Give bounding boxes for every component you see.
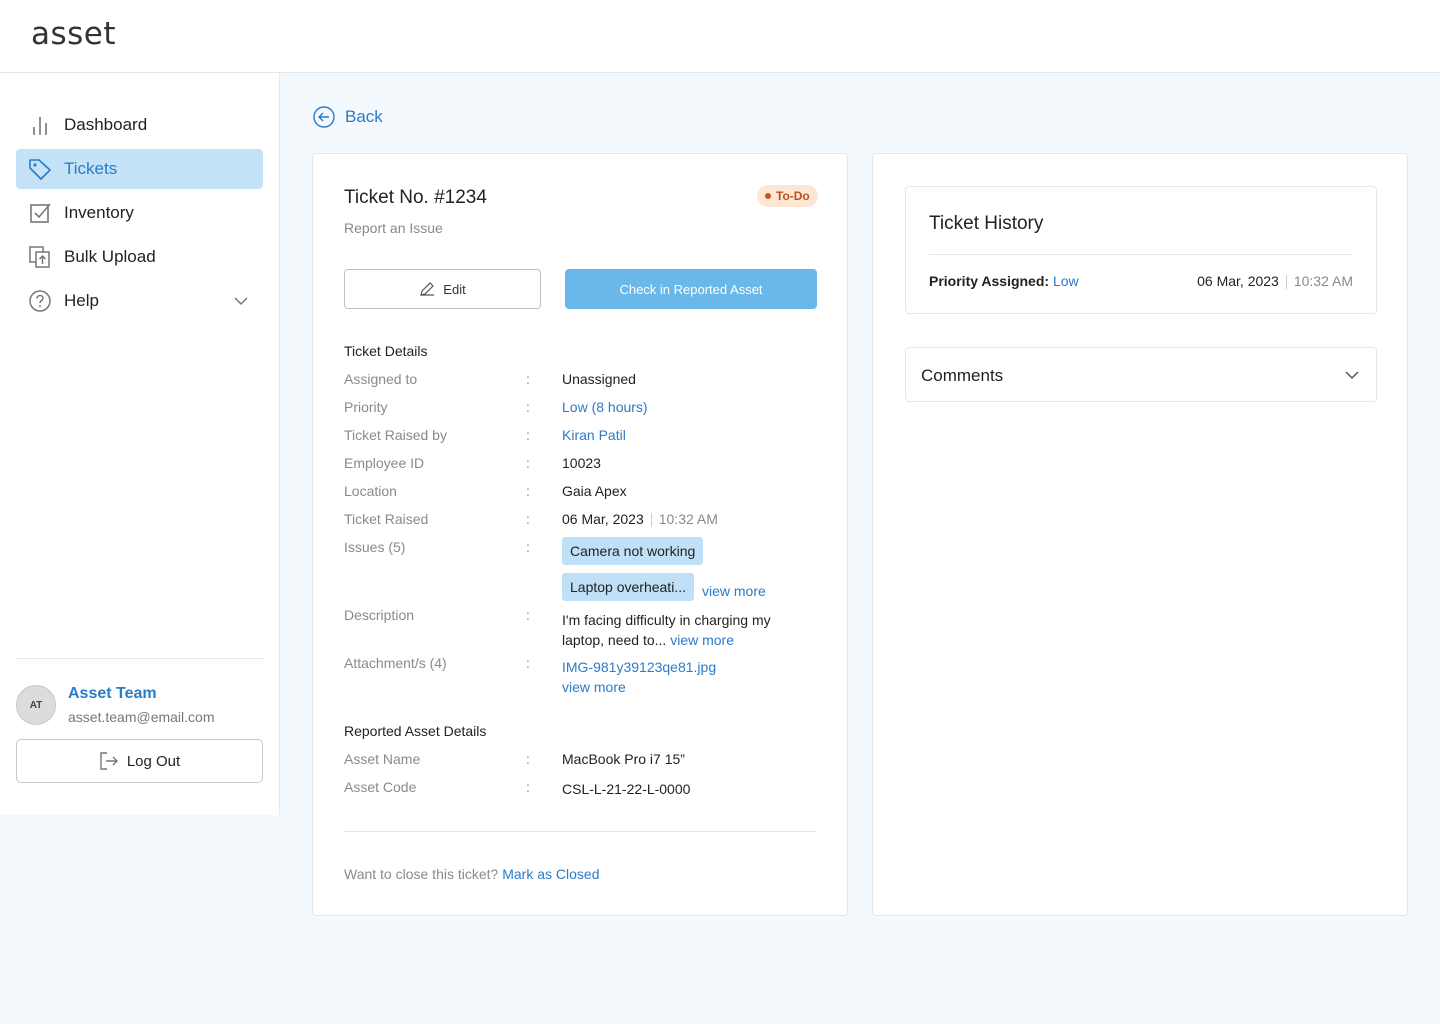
history-priority-value: Low bbox=[1052, 273, 1079, 289]
upload-icon bbox=[29, 246, 50, 268]
sidebar-item-help[interactable]: Help bbox=[16, 281, 263, 321]
edit-label: Edit bbox=[443, 281, 466, 297]
logout-icon bbox=[100, 752, 118, 770]
edit-button[interactable]: Edit bbox=[344, 269, 541, 309]
asset-details-title: Reported Asset Details bbox=[344, 723, 487, 739]
description-value: I'm facing difficulty in charging my lap… bbox=[562, 610, 782, 650]
history-divider bbox=[929, 254, 1353, 255]
raised-time: 10:32 AM bbox=[658, 511, 718, 527]
user-email: asset.team@email.com bbox=[68, 709, 215, 725]
raised-by-link[interactable]: Kiran Patil bbox=[562, 427, 626, 443]
comments-accordion[interactable]: Comments bbox=[905, 347, 1377, 402]
sidebar-item-dashboard[interactable]: Dashboard bbox=[16, 105, 263, 145]
location-value: Gaia Apex bbox=[562, 483, 627, 499]
history-priority-label: Priority Assigned: bbox=[929, 273, 1050, 289]
ticket-raised-value: 06 Mar, 2023 10:32 AM bbox=[562, 511, 718, 528]
assigned-to-value: Unassigned bbox=[562, 371, 636, 387]
history-timestamp: 06 Mar, 2023 10:32 AM bbox=[1197, 273, 1353, 290]
employee-id-label: Employee ID bbox=[344, 455, 425, 471]
sidebar-item-label: Inventory bbox=[64, 203, 134, 222]
asset-name-value: MacBook Pro i7 15” bbox=[562, 751, 685, 767]
top-bar: asset bbox=[0, 0, 1440, 73]
user-name[interactable]: Asset Team bbox=[68, 685, 157, 703]
ticket-history-panel: Ticket History Priority Assigned: Low 06… bbox=[905, 186, 1377, 314]
mark-as-closed-link[interactable]: Mark as Closed bbox=[502, 866, 599, 882]
check-in-asset-button[interactable]: Check in Reported Asset bbox=[565, 269, 817, 309]
chevron-down-icon[interactable] bbox=[233, 293, 249, 309]
chevron-down-icon[interactable] bbox=[1344, 367, 1360, 383]
comments-title: Comments bbox=[921, 366, 1004, 385]
pencil-icon bbox=[420, 282, 435, 296]
back-button[interactable]: Back bbox=[313, 106, 383, 128]
status-badge: To-Do bbox=[757, 185, 818, 207]
attachment-link[interactable]: IMG-981y39123qe81.jpg bbox=[562, 659, 716, 675]
history-card: Ticket History Priority Assigned: Low 06… bbox=[872, 153, 1408, 916]
ticket-subtitle: Report an Issue bbox=[344, 220, 443, 236]
ticket-card: Ticket No. #1234 Report an Issue To-Do E… bbox=[312, 153, 848, 916]
sidebar-item-tickets[interactable]: Tickets bbox=[16, 149, 263, 189]
raised-by-label: Ticket Raised by bbox=[344, 427, 447, 443]
issues-view-more-link[interactable]: view more bbox=[702, 583, 766, 599]
card-divider bbox=[344, 831, 817, 832]
asset-name-label: Asset Name bbox=[344, 751, 421, 767]
history-priority: Priority Assigned: Low bbox=[929, 273, 1079, 289]
attachments-view-more-link[interactable]: view more bbox=[562, 679, 626, 695]
ticket-raised-label: Ticket Raised bbox=[344, 511, 429, 527]
ticket-details-title: Ticket Details bbox=[344, 343, 428, 359]
bar-chart-icon bbox=[33, 117, 47, 135]
checkbox-icon bbox=[30, 203, 51, 223]
employee-id-value: 10023 bbox=[562, 455, 601, 471]
app-logo[interactable]: asset bbox=[31, 16, 116, 52]
history-time: 10:32 AM bbox=[1293, 273, 1353, 289]
status-dot bbox=[765, 193, 771, 199]
arrow-left-circle-icon bbox=[313, 106, 335, 128]
description-label: Description bbox=[344, 607, 415, 623]
description-view-more-link[interactable]: view more bbox=[670, 632, 734, 648]
issues-label: Issues (5) bbox=[344, 539, 406, 555]
location-label: Location bbox=[344, 483, 397, 499]
close-ticket-prompt: Want to close this ticket? Mark as Close… bbox=[344, 866, 599, 882]
attachments-label: Attachment/s (4) bbox=[344, 655, 447, 671]
logout-label: Log Out bbox=[126, 752, 181, 770]
sidebar-item-bulk-upload[interactable]: Bulk Upload bbox=[16, 237, 263, 277]
sidebar-item-inventory[interactable]: Inventory bbox=[16, 193, 263, 233]
asset-code-label: Asset Code bbox=[344, 779, 417, 795]
sidebar-divider bbox=[16, 658, 264, 659]
status-label: To-Do bbox=[776, 189, 810, 203]
issue-chip[interactable]: Camera not working bbox=[562, 537, 704, 565]
issue-chip[interactable]: Laptop overheati... bbox=[562, 573, 694, 601]
sidebar-item-label: Dashboard bbox=[64, 115, 148, 134]
sidebar-item-label: Help bbox=[64, 291, 99, 310]
logout-button[interactable]: Log Out bbox=[16, 739, 263, 783]
help-icon bbox=[29, 290, 51, 312]
description-text: I'm facing difficulty in charging my lap… bbox=[562, 612, 771, 648]
back-label: Back bbox=[345, 107, 383, 126]
priority-label: Priority bbox=[344, 399, 388, 415]
asset-code-value: CSL-L-21-22-L-0000 bbox=[562, 781, 691, 797]
ticket-title: Ticket No. #1234 bbox=[344, 187, 487, 208]
assigned-to-label: Assigned to bbox=[344, 371, 418, 387]
avatar: AT bbox=[16, 685, 56, 725]
priority-value: Low (8 hours) bbox=[562, 399, 648, 415]
sidebar: Dashboard Tickets Inventory Bulk Upload … bbox=[0, 73, 280, 815]
tag-icon bbox=[29, 159, 51, 180]
sidebar-item-label: Tickets bbox=[64, 159, 118, 178]
raised-date: 06 Mar, 2023 bbox=[562, 511, 644, 527]
ticket-history-title: Ticket History bbox=[929, 213, 1044, 234]
sidebar-item-label: Bulk Upload bbox=[64, 247, 156, 266]
close-question: Want to close this ticket? bbox=[344, 866, 499, 882]
history-date: 06 Mar, 2023 bbox=[1197, 273, 1279, 289]
